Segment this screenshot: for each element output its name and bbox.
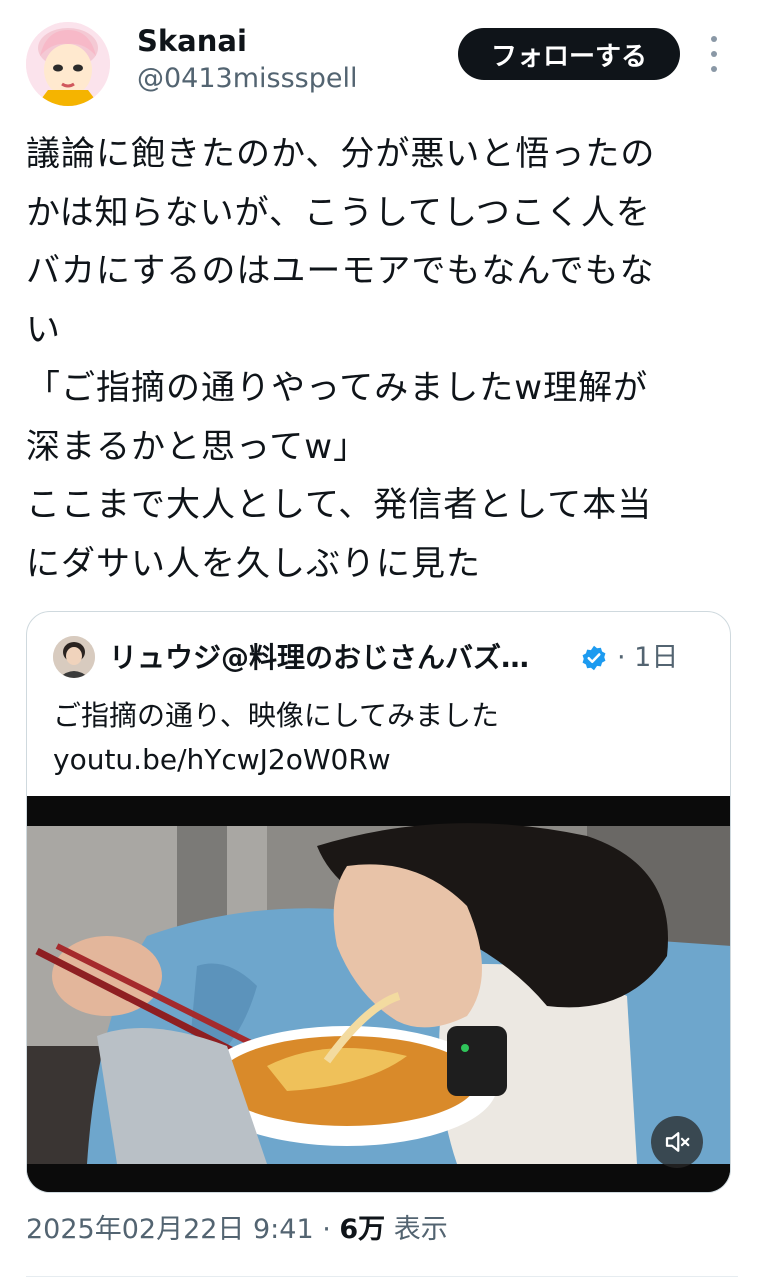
view-count: 6万 bbox=[339, 1214, 386, 1245]
quoted-link[interactable]: youtu.be/hYcwJ2oW0Rw bbox=[53, 738, 391, 782]
quoted-avatar-photo bbox=[53, 636, 95, 678]
video-frame bbox=[27, 796, 730, 1192]
quoted-author-name[interactable]: リュウジ@料理のおじさんバズ… bbox=[109, 640, 529, 676]
video-player[interactable] bbox=[27, 796, 730, 1192]
view-label: 表示 bbox=[385, 1214, 448, 1245]
tweet-line: にダサい人を久しぶりに見た bbox=[26, 543, 481, 584]
more-dot bbox=[711, 51, 717, 57]
tweet-timestamp[interactable]: 2025年02月22日 9:41 · bbox=[26, 1214, 339, 1245]
author-display-name[interactable]: Skanai bbox=[137, 24, 247, 58]
follow-button[interactable]: フォローする bbox=[458, 28, 680, 80]
tweet-line: 「ご指摘の通りやってみましたw理解が bbox=[26, 368, 649, 408]
tweet-meta: 2025年02月22日 9:41 · 6万 表示 bbox=[26, 1210, 448, 1250]
tweet-line: ここまで大人として、発信者として本当 bbox=[26, 485, 653, 525]
quoted-tweet-card[interactable]: リュウジ@料理のおじさんバズ… · 1日 ご指摘の通り、映像にしてみました yo… bbox=[26, 611, 731, 1193]
quoted-timestamp[interactable]: · 1日 bbox=[617, 640, 678, 676]
author-avatar-illustration bbox=[26, 22, 110, 106]
verified-badge-icon bbox=[580, 644, 608, 672]
author-avatar[interactable] bbox=[26, 22, 110, 106]
quoted-text: ご指摘の通り、映像にしてみました bbox=[53, 699, 500, 732]
tweet-line: 議論に飽きたのか、分が悪いと悟ったの bbox=[26, 134, 656, 174]
tweet-line: かは知らないが、こうしてしつこく人を bbox=[26, 192, 651, 233]
muted-speaker-icon[interactable] bbox=[651, 1116, 703, 1168]
tweet-line: い bbox=[26, 309, 61, 350]
more-dot bbox=[711, 66, 717, 72]
quoted-author-avatar[interactable] bbox=[53, 636, 95, 678]
author-handle[interactable]: @0413missspell bbox=[137, 62, 357, 96]
tweet-line: バカにするのはユーモアでもなんでもな bbox=[26, 251, 655, 291]
tweet-text: 議論に飽きたのか、分が悪いと悟ったの かは知らないが、こうしてしつこく人を バカ… bbox=[26, 125, 738, 593]
more-vertical-icon[interactable] bbox=[700, 36, 728, 72]
more-dot bbox=[711, 36, 717, 42]
divider bbox=[26, 1276, 738, 1277]
tweet-line: 深まるかと思ってw」 bbox=[26, 426, 369, 467]
